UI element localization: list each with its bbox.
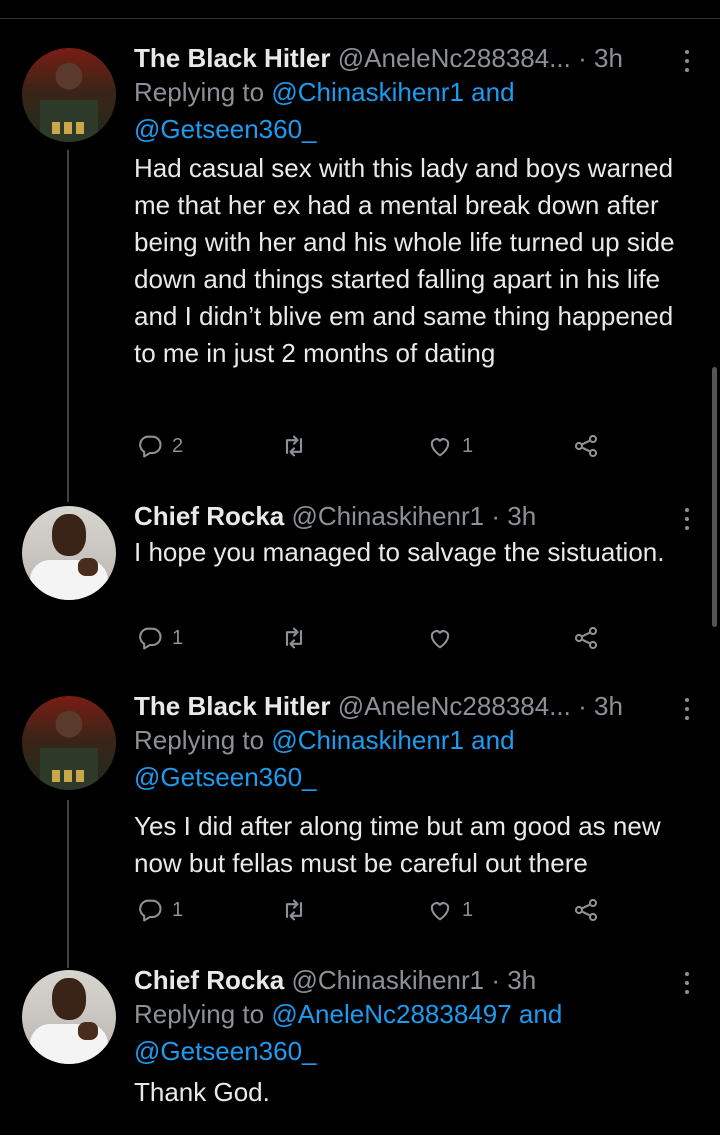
like-count: 1 bbox=[462, 898, 474, 921]
timestamp[interactable]: 3h bbox=[594, 691, 623, 721]
reply-button[interactable]: 1 bbox=[136, 896, 183, 924]
user-handle[interactable]: @Chinaskihenr1 bbox=[292, 965, 485, 995]
reply-icon bbox=[139, 627, 162, 650]
separator-dot: · bbox=[578, 691, 587, 721]
retweet-icon bbox=[285, 627, 303, 649]
display-name[interactable]: Chief Rocka bbox=[134, 965, 284, 995]
replying-to: Replying to @Chinaskihenr1 and @Getseen36… bbox=[134, 74, 692, 148]
reply-count: 1 bbox=[172, 626, 184, 649]
tweet-header: The Black Hitler @AneleNc288384... · 3h bbox=[134, 690, 692, 722]
separator-dot: · bbox=[491, 501, 501, 531]
replying-and: and bbox=[463, 725, 515, 755]
retweet-icon bbox=[285, 435, 303, 457]
mention-link[interactable]: @Chinaskihenr1 bbox=[271, 77, 464, 107]
tweet-header: The Black Hitler @AneleNc288384... · 3h bbox=[134, 42, 692, 74]
more-options-icon[interactable] bbox=[684, 972, 690, 998]
display-name[interactable]: The Black Hitler bbox=[134, 691, 331, 721]
retweet-button[interactable] bbox=[280, 624, 316, 652]
like-button[interactable] bbox=[426, 624, 462, 652]
timestamp[interactable]: 3h bbox=[594, 43, 623, 73]
avatar[interactable] bbox=[22, 970, 116, 1064]
replying-to-label: Replying to bbox=[134, 77, 272, 107]
share-icon bbox=[574, 434, 598, 458]
tweet-text: I hope you managed to salvage the sistua… bbox=[134, 537, 665, 567]
display-name[interactable]: The Black Hitler bbox=[134, 43, 331, 73]
timestamp[interactable]: 3h bbox=[507, 965, 536, 995]
heart-icon bbox=[430, 902, 450, 921]
replying-and: and bbox=[511, 999, 563, 1029]
mention-link[interactable]: @AneleNc28838497 bbox=[271, 999, 511, 1029]
tweet-actions: 1 1 bbox=[134, 896, 614, 930]
replying-to: Replying to @AneleNc28838497 and @Getseen… bbox=[134, 996, 692, 1070]
mention-link[interactable]: @Getseen360_ bbox=[134, 762, 317, 792]
heart-icon bbox=[430, 438, 450, 457]
tweet-actions: 1 bbox=[134, 624, 614, 658]
reply-icon bbox=[139, 899, 162, 922]
like-count: 1 bbox=[462, 434, 474, 457]
tweet-text: Had casual sex with this lady and boys w… bbox=[134, 153, 675, 368]
avatar[interactable] bbox=[22, 48, 116, 142]
tweet-actions: 2 1 bbox=[134, 432, 614, 466]
mention-link[interactable]: @Chinaskihenr1 bbox=[271, 725, 464, 755]
tweet-header: Chief Rocka @Chinaskihenr1 · 3h bbox=[134, 500, 692, 532]
share-icon bbox=[574, 898, 598, 922]
tweet-text: Yes I did after along time but am good a… bbox=[134, 811, 661, 878]
more-options-icon[interactable] bbox=[684, 508, 690, 534]
top-divider bbox=[0, 18, 720, 19]
reply-count: 2 bbox=[172, 434, 184, 457]
tweet-text: Thank God. bbox=[134, 1077, 270, 1107]
timestamp[interactable]: 3h bbox=[507, 501, 536, 531]
separator-dot: · bbox=[491, 965, 501, 995]
reply-button[interactable]: 2 bbox=[136, 432, 183, 460]
avatar[interactable] bbox=[22, 696, 116, 790]
tweet-header: Chief Rocka @Chinaskihenr1 · 3h bbox=[134, 964, 692, 996]
retweet-button[interactable] bbox=[280, 896, 316, 924]
replying-to-label: Replying to bbox=[134, 725, 272, 755]
like-button[interactable]: 1 bbox=[426, 896, 473, 924]
scrollbar[interactable] bbox=[712, 367, 717, 627]
user-handle[interactable]: @AneleNc288384... bbox=[338, 691, 571, 721]
reply-icon bbox=[139, 435, 162, 458]
retweet-icon bbox=[285, 899, 303, 921]
like-button[interactable]: 1 bbox=[426, 432, 473, 460]
thread-connector-line bbox=[67, 800, 69, 968]
share-icon bbox=[574, 626, 598, 650]
reply-button[interactable]: 1 bbox=[136, 624, 183, 652]
replying-to-label: Replying to bbox=[134, 999, 272, 1029]
display-name[interactable]: Chief Rocka bbox=[134, 501, 284, 531]
thread-connector-line bbox=[67, 150, 69, 502]
share-button[interactable] bbox=[572, 624, 600, 652]
retweet-button[interactable] bbox=[280, 432, 316, 460]
separator-dot: · bbox=[578, 43, 587, 73]
user-handle[interactable]: @Chinaskihenr1 bbox=[292, 501, 485, 531]
share-button[interactable] bbox=[572, 432, 600, 460]
mention-link[interactable]: @Getseen360_ bbox=[134, 114, 317, 144]
more-options-icon[interactable] bbox=[684, 698, 690, 724]
mention-link[interactable]: @Getseen360_ bbox=[134, 1036, 317, 1066]
replying-to: Replying to @Chinaskihenr1 and @Getseen36… bbox=[134, 722, 692, 796]
share-button[interactable] bbox=[572, 896, 600, 924]
avatar[interactable] bbox=[22, 506, 116, 600]
replying-and: and bbox=[463, 77, 515, 107]
heart-icon bbox=[430, 630, 450, 649]
user-handle[interactable]: @AneleNc288384... bbox=[338, 43, 571, 73]
more-options-icon[interactable] bbox=[684, 50, 690, 76]
reply-count: 1 bbox=[172, 898, 184, 921]
